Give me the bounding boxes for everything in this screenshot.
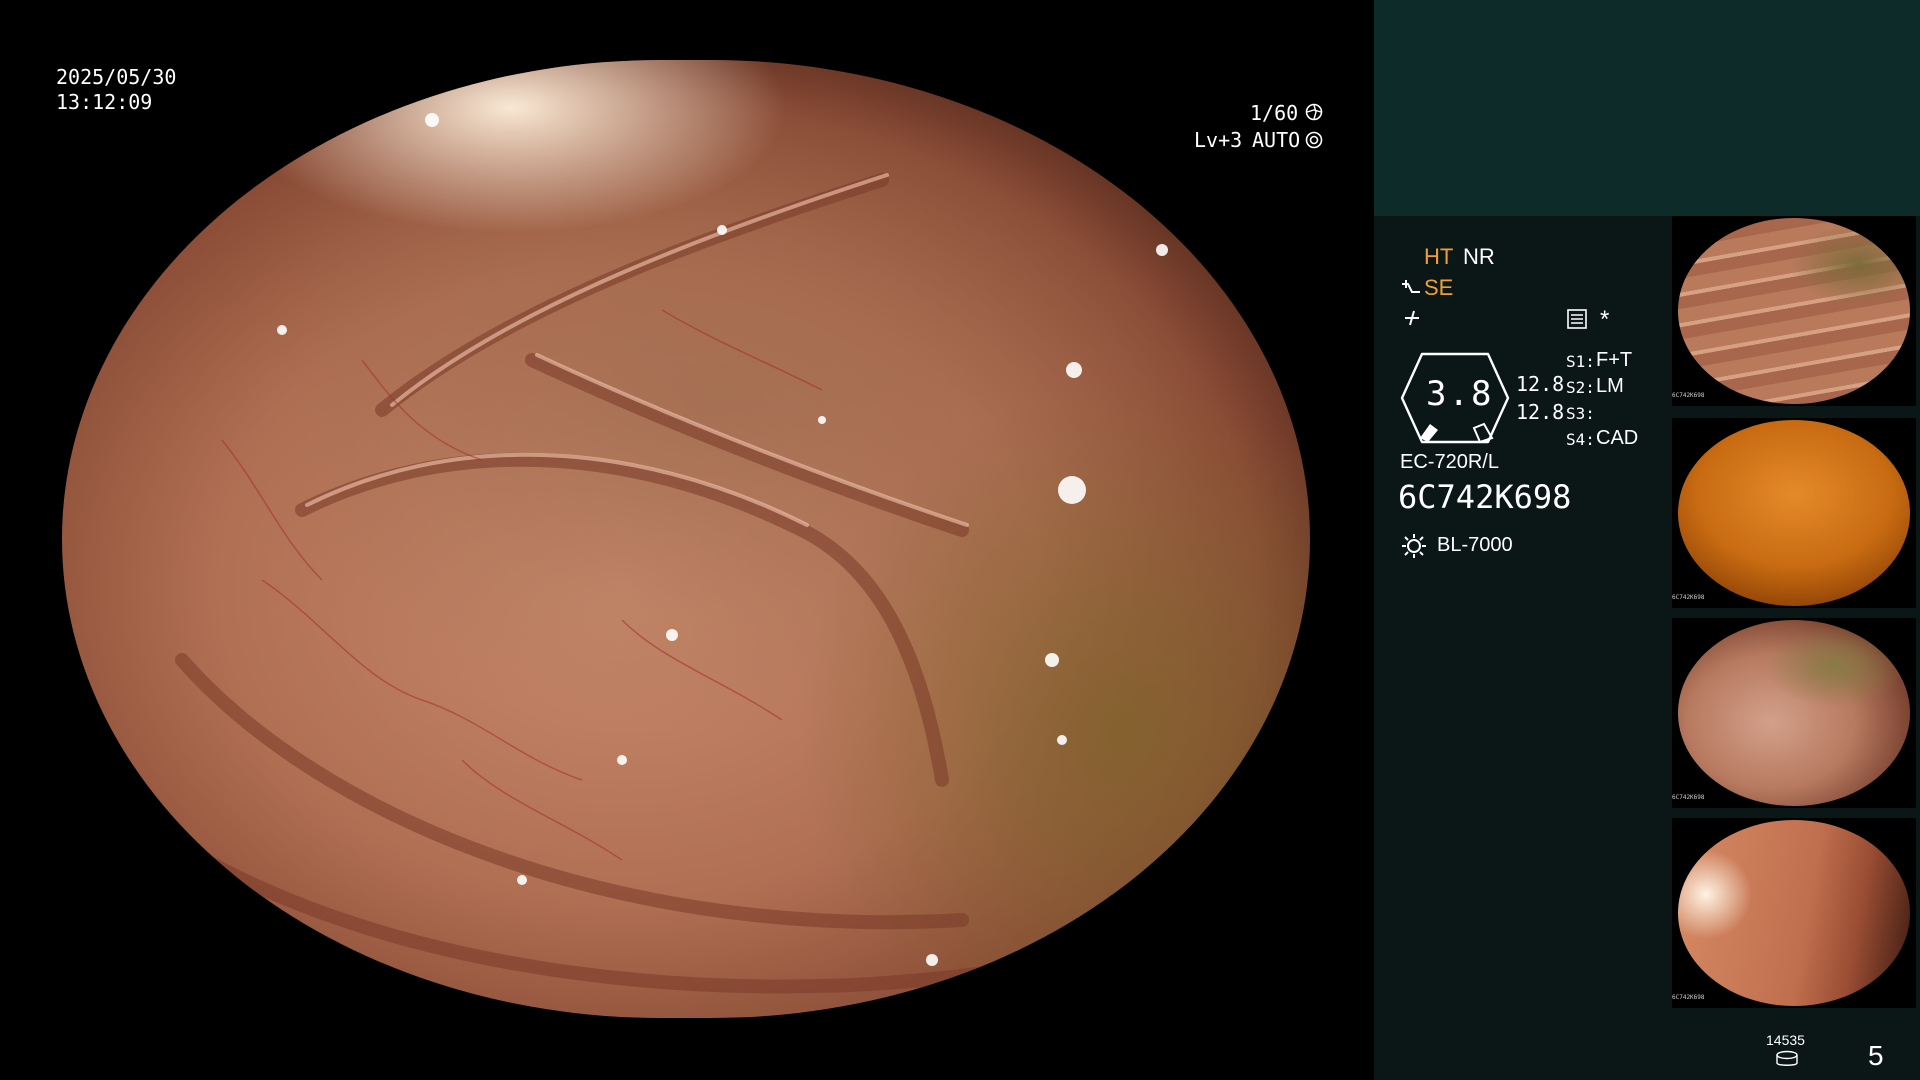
storage-icon (1774, 1050, 1800, 1068)
s4-value: CAD (1596, 427, 1639, 449)
s1-value: F+T (1596, 349, 1633, 371)
nr-indicator: NR (1463, 244, 1495, 269)
s3-key: S3: (1566, 404, 1595, 423)
memo-icon (1566, 308, 1588, 330)
s1-key: S1: (1566, 352, 1595, 371)
auto-iris-icon (1305, 131, 1323, 149)
mucosa-folds (135, 113, 1168, 994)
thumbnail-2[interactable]: 6C742K698 (1672, 418, 1916, 608)
light-source-icon (1400, 532, 1428, 560)
freeze-icon (1402, 308, 1422, 328)
info-panel-header (1374, 0, 1920, 216)
image-count: 5 (1868, 1040, 1884, 1071)
thumbnail-1-serial: 6C742K698 (1672, 392, 1705, 399)
asterisk-icon: * (1600, 306, 1610, 333)
thumbnail-4[interactable]: 6C742K698 (1672, 818, 1916, 1008)
storage-count: 14535 (1766, 1032, 1805, 1048)
s2-value: LM (1596, 375, 1624, 397)
enhance-icon (1400, 278, 1422, 298)
endoscope-view (62, 60, 1310, 1018)
time-label: 13:12:09 (56, 90, 153, 114)
ht-indicator: HT (1424, 244, 1454, 269)
s2-key: S2: (1566, 378, 1595, 397)
zoom-value: 3.8 (1426, 374, 1494, 414)
thumbnail-2-serial: 6C742K698 (1672, 594, 1705, 601)
thumbnail-1[interactable]: 6C742K698 (1672, 216, 1916, 406)
exposure-mode: AUTO (1252, 128, 1301, 152)
light-source-model: BL-7000 (1437, 534, 1513, 556)
thumbnail-3[interactable]: 6C742K698 (1672, 618, 1916, 808)
thumbnail-3-serial: 6C742K698 (1672, 794, 1705, 801)
scope-model: EC-720R/L (1400, 451, 1499, 473)
shutter-speed: 1/60 (1250, 101, 1299, 125)
s4-key: S4: (1566, 430, 1595, 449)
param-a: 12.8 (1516, 372, 1565, 396)
param-b: 12.8 (1516, 400, 1565, 424)
scope-serial: 6C742K698 (1398, 478, 1572, 516)
se-indicator: SE (1424, 275, 1454, 300)
shutter-icon (1305, 103, 1323, 121)
date-label: 2025/05/30 (56, 65, 177, 89)
exposure-level: Lv+3 (1194, 128, 1243, 152)
thumbnail-4-serial: 6C742K698 (1672, 994, 1705, 1001)
